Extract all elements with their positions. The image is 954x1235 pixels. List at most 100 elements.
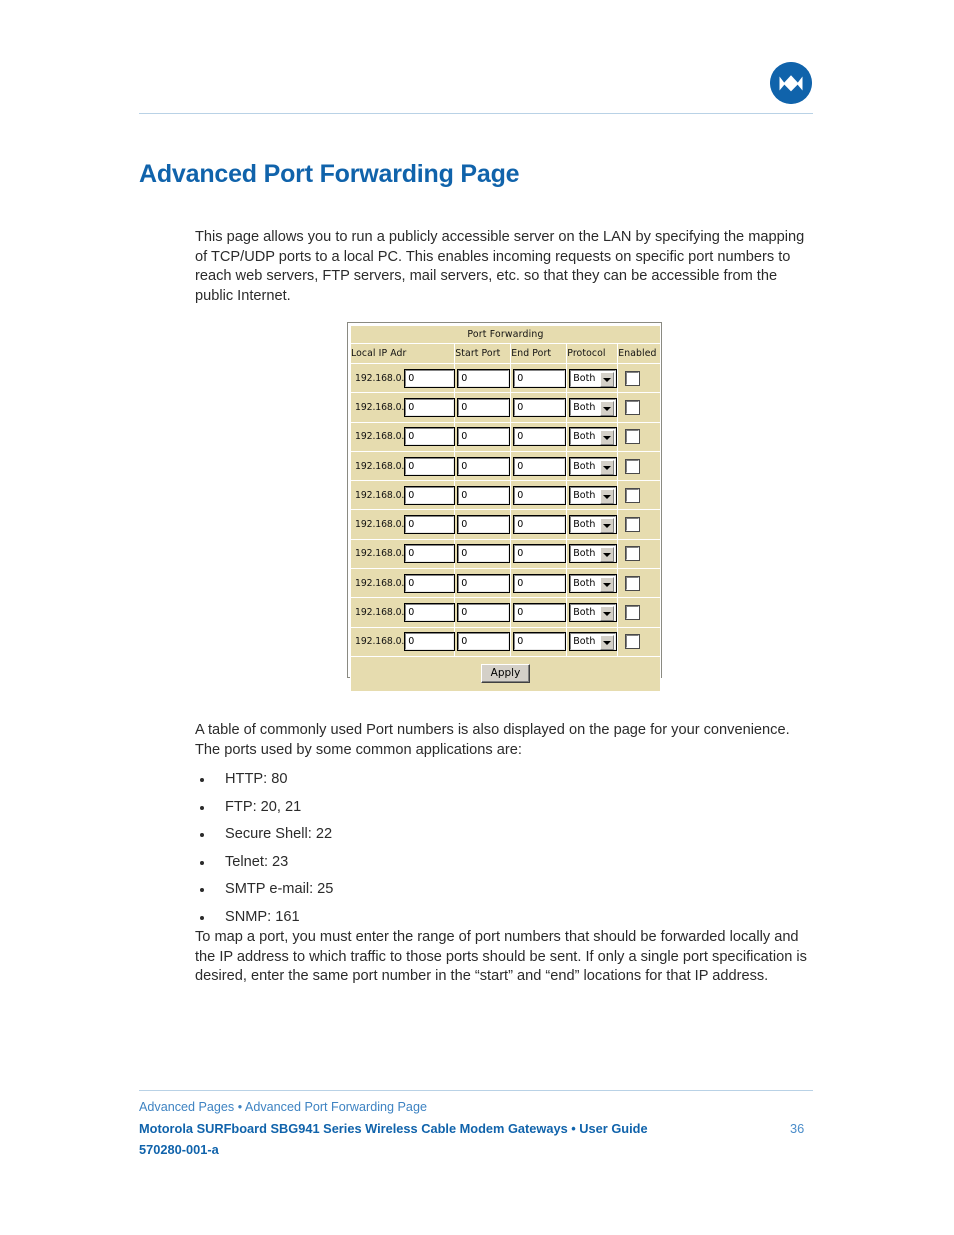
- enabled-checkbox[interactable]: [625, 605, 641, 621]
- cell-local-ip: 192.168.0. 0: [349, 568, 456, 599]
- end-port-input[interactable]: 0: [513, 368, 567, 388]
- end-port-input[interactable]: 0: [513, 485, 567, 505]
- end-port-input[interactable]: 0: [513, 515, 567, 535]
- protocol-select[interactable]: Both: [569, 544, 618, 564]
- local-ip-suffix-input[interactable]: 0: [404, 485, 456, 505]
- chevron-down-icon[interactable]: [600, 576, 615, 592]
- chevron-down-glyph: [603, 406, 612, 411]
- start-port-input[interactable]: 0: [457, 515, 511, 535]
- cell-local-ip: 192.168.0. 0: [349, 362, 456, 394]
- cell-local-ip: 192.168.0. 0: [349, 626, 456, 657]
- cell-enabled: [617, 421, 661, 452]
- chevron-down-glyph: [603, 641, 612, 646]
- mid-paragraph: A table of commonly used Port numbers is…: [195, 722, 790, 758]
- local-ip-suffix-input[interactable]: 0: [404, 573, 456, 593]
- ip-prefix-label: 192.168.0.: [355, 607, 405, 619]
- enabled-checkbox[interactable]: [625, 458, 641, 474]
- end-port-input[interactable]: 0: [513, 456, 567, 476]
- list-item: SNMP: 161: [195, 904, 815, 932]
- cell-end-port: 0: [510, 597, 568, 628]
- ip-prefix-label: 192.168.0.: [355, 431, 405, 443]
- end-port-input[interactable]: 0: [513, 632, 567, 652]
- chevron-down-icon[interactable]: [600, 518, 615, 534]
- start-port-input[interactable]: 0: [457, 397, 511, 417]
- local-ip-suffix-input[interactable]: 0: [404, 397, 456, 417]
- protocol-select[interactable]: Both: [569, 485, 618, 505]
- footer-document-id: 570280-001-a: [139, 1142, 219, 1157]
- chevron-down-icon[interactable]: [600, 635, 615, 651]
- protocol-select[interactable]: Both: [569, 632, 618, 652]
- local-ip-suffix-input[interactable]: 0: [404, 456, 456, 476]
- start-port-input[interactable]: 0: [457, 544, 511, 564]
- local-ip-suffix-input[interactable]: 0: [404, 515, 456, 535]
- chevron-down-icon[interactable]: [600, 488, 615, 504]
- start-port-input[interactable]: 0: [457, 485, 511, 505]
- cell-start-port: 0: [454, 421, 512, 452]
- protocol-select[interactable]: Both: [569, 573, 618, 593]
- chevron-down-icon[interactable]: [600, 430, 615, 446]
- list-item: SMTP e-mail: 25: [195, 876, 815, 904]
- cell-protocol: Both: [566, 568, 619, 599]
- bullet-dot-icon: [200, 778, 204, 782]
- table-header-row: Local IP Adr Start Port End Port Protoco…: [349, 343, 661, 364]
- protocol-select[interactable]: Both: [569, 368, 618, 388]
- start-port-input[interactable]: 0: [457, 573, 511, 593]
- enabled-checkbox[interactable]: [625, 487, 641, 503]
- protocol-select[interactable]: Both: [569, 603, 618, 623]
- apply-button[interactable]: Apply: [480, 664, 531, 684]
- protocol-select-value: Both: [573, 460, 596, 472]
- cell-enabled: [617, 362, 661, 394]
- cell-end-port: 0: [510, 568, 568, 599]
- ip-prefix-label: 192.168.0.: [355, 577, 405, 589]
- page-title: Advanced Port Forwarding Page: [139, 160, 520, 188]
- document-page: Advanced Port Forwarding Page This page …: [0, 0, 954, 1235]
- ip-prefix-label: 192.168.0.: [355, 372, 405, 384]
- end-port-input[interactable]: 0: [513, 427, 567, 447]
- start-port-input[interactable]: 0: [457, 603, 511, 623]
- enabled-checkbox[interactable]: [625, 370, 641, 386]
- enabled-checkbox[interactable]: [625, 546, 641, 562]
- protocol-select[interactable]: Both: [569, 456, 618, 476]
- cell-start-port: 0: [454, 538, 512, 570]
- protocol-select-value: Both: [573, 431, 596, 443]
- protocol-select-value: Both: [573, 372, 596, 384]
- start-port-input[interactable]: 0: [457, 632, 511, 652]
- chevron-down-icon[interactable]: [600, 371, 615, 387]
- table-row: 192.168.0. 0 0 0 Both: [349, 362, 661, 394]
- protocol-select[interactable]: Both: [569, 427, 618, 447]
- end-port-input[interactable]: 0: [513, 544, 567, 564]
- enabled-checkbox[interactable]: [625, 575, 641, 591]
- column-header-end-port: End Port: [510, 343, 568, 364]
- local-ip-suffix-input[interactable]: 0: [404, 603, 456, 623]
- list-item: HTTP: 80: [195, 766, 815, 794]
- end-port-input[interactable]: 0: [513, 573, 567, 593]
- end-port-input[interactable]: 0: [513, 603, 567, 623]
- header-divider: [139, 113, 813, 114]
- cell-enabled: [617, 480, 661, 511]
- enabled-checkbox[interactable]: [625, 399, 641, 415]
- local-ip-suffix-input[interactable]: 0: [404, 427, 456, 447]
- cell-end-port: 0: [510, 538, 568, 570]
- start-port-input[interactable]: 0: [457, 427, 511, 447]
- table-row: 192.168.0. 0 0 0 Both: [349, 538, 661, 570]
- chevron-down-icon[interactable]: [600, 400, 615, 416]
- local-ip-suffix-input[interactable]: 0: [404, 368, 456, 388]
- chevron-down-icon[interactable]: [600, 459, 615, 475]
- chevron-down-glyph: [603, 494, 612, 499]
- chevron-down-icon[interactable]: [600, 547, 615, 563]
- local-ip-suffix-input[interactable]: 0: [404, 544, 456, 564]
- enabled-checkbox[interactable]: [625, 634, 641, 650]
- protocol-select[interactable]: Both: [569, 397, 618, 417]
- chevron-down-glyph: [603, 377, 612, 382]
- start-port-input[interactable]: 0: [457, 368, 511, 388]
- enabled-checkbox[interactable]: [625, 517, 641, 533]
- protocol-select-value: Both: [573, 607, 596, 619]
- local-ip-suffix-input[interactable]: 0: [404, 632, 456, 652]
- protocol-select[interactable]: Both: [569, 515, 618, 535]
- cell-end-port: 0: [510, 509, 568, 540]
- enabled-checkbox[interactable]: [625, 429, 641, 445]
- chevron-down-glyph: [603, 524, 612, 529]
- end-port-input[interactable]: 0: [513, 397, 567, 417]
- chevron-down-icon[interactable]: [600, 606, 615, 622]
- start-port-input[interactable]: 0: [457, 456, 511, 476]
